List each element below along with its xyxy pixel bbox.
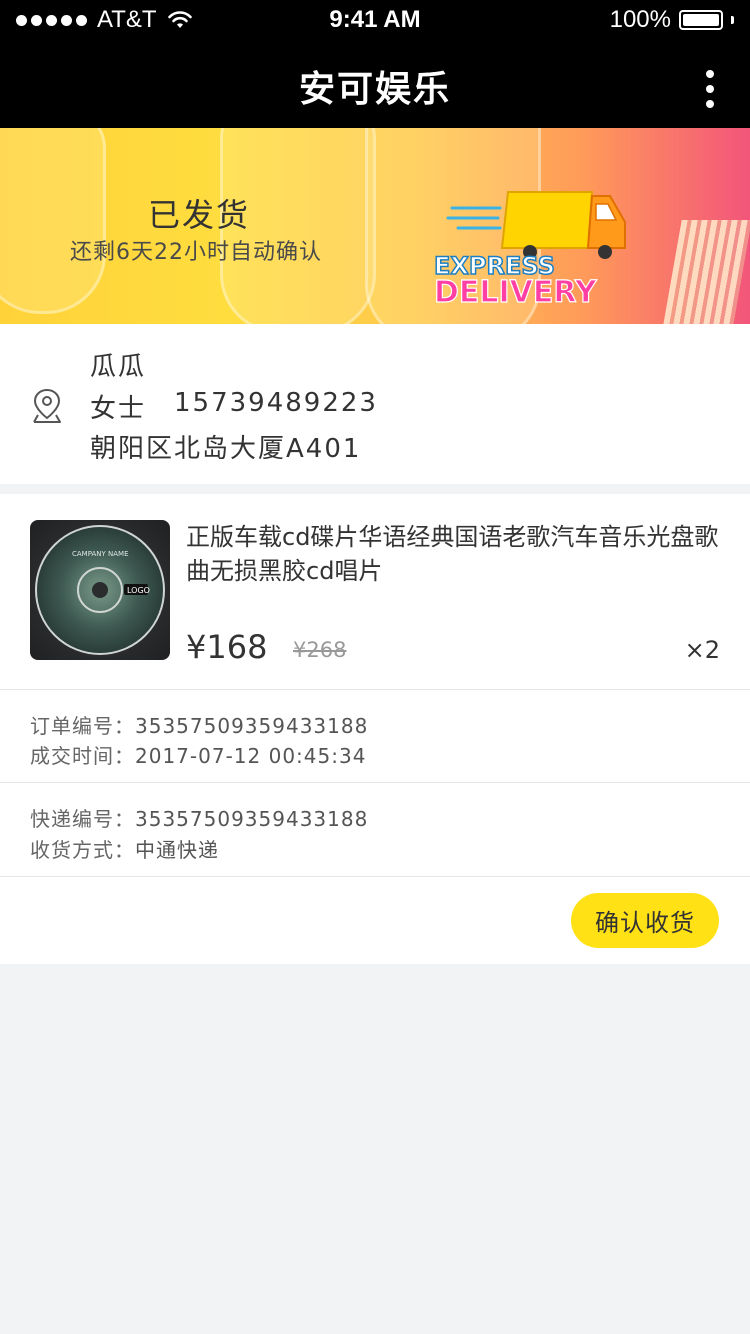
express-number-row: 快递编号：35357509359433188 bbox=[30, 803, 368, 832]
status-bar: AT&T 9:41 AM 100% bbox=[0, 0, 750, 40]
page-title: 安可娱乐 bbox=[298, 69, 451, 110]
recipient-title: 女士 bbox=[90, 394, 147, 424]
shipment-status: 已发货 bbox=[148, 196, 251, 234]
logo-text-delivery: DELIVERY bbox=[434, 275, 598, 306]
recipient-address: 朝阳区北岛大厦A401 bbox=[90, 434, 362, 464]
thumb-logo-label: LOGO bbox=[127, 586, 150, 595]
recipient-name: 瓜瓜 bbox=[90, 352, 147, 382]
deal-time-label: 成交时间： bbox=[30, 744, 135, 768]
order-number: 35357509359433188 bbox=[135, 714, 369, 738]
nav-bar: 安可娱乐 bbox=[0, 40, 750, 128]
status-right: 100% bbox=[610, 6, 734, 34]
order-card: CAMPANY NAME LOGO 正版车载cd碟片华语经典国语老歌汽车音乐光盘… bbox=[0, 494, 750, 964]
cd-disc-icon: CAMPANY NAME LOGO bbox=[35, 525, 165, 655]
divider bbox=[0, 782, 750, 783]
recipient-contact: 女士 15739489223 bbox=[90, 388, 378, 425]
express-number: 35357509359433188 bbox=[135, 807, 369, 831]
thumb-company-label: CAMPANY NAME bbox=[72, 550, 129, 558]
express-delivery-logo: EXPRESS DELIVERY bbox=[433, 191, 626, 306]
product-quantity: ×2 bbox=[684, 636, 720, 664]
express-number-label: 快递编号： bbox=[30, 807, 135, 831]
decor-straws bbox=[662, 220, 750, 324]
auto-confirm-countdown: 还剩6天22小时自动确认 bbox=[70, 240, 322, 265]
battery-percent: 100% bbox=[609, 6, 671, 33]
confirm-receipt-button[interactable]: 确认收货 bbox=[571, 893, 719, 948]
shipping-address[interactable]: 瓜瓜 女士 15739489223 朝阳区北岛大厦A401 bbox=[0, 324, 750, 484]
delivery-method-row: 收货方式：中通快递 bbox=[30, 834, 219, 863]
more-dot-icon bbox=[706, 100, 714, 108]
product-title[interactable]: 正版车载cd碟片华语经典国语老歌汽车音乐光盘歌曲无损黑胶cd唱片 bbox=[186, 520, 720, 588]
more-options-button[interactable] bbox=[698, 70, 722, 110]
recipient-phone: 15739489223 bbox=[174, 388, 378, 418]
deal-time-row: 成交时间：2017-07-12 00:45:34 bbox=[30, 740, 366, 769]
more-dot-icon bbox=[706, 70, 714, 78]
original-price: ¥268 bbox=[293, 638, 347, 662]
product-image[interactable]: CAMPANY NAME LOGO bbox=[30, 520, 170, 660]
more-dot-icon bbox=[706, 85, 714, 93]
product-price: ¥168 bbox=[186, 628, 268, 666]
divider bbox=[0, 876, 750, 877]
location-pin-icon bbox=[33, 388, 61, 423]
battery-icon bbox=[679, 10, 723, 30]
delivery-method: 中通快递 bbox=[135, 838, 219, 862]
divider bbox=[0, 689, 750, 690]
order-number-label: 订单编号： bbox=[30, 714, 135, 738]
deal-time: 2017-07-12 00:45:34 bbox=[135, 744, 367, 768]
shipment-status-banner: 已发货 还剩6天22小时自动确认 EXPRESS DELIVERY bbox=[0, 128, 750, 324]
order-number-row: 订单编号：35357509359433188 bbox=[30, 710, 368, 739]
battery-tip bbox=[731, 16, 734, 24]
decor-glass bbox=[0, 128, 106, 314]
delivery-method-label: 收货方式： bbox=[30, 838, 135, 862]
